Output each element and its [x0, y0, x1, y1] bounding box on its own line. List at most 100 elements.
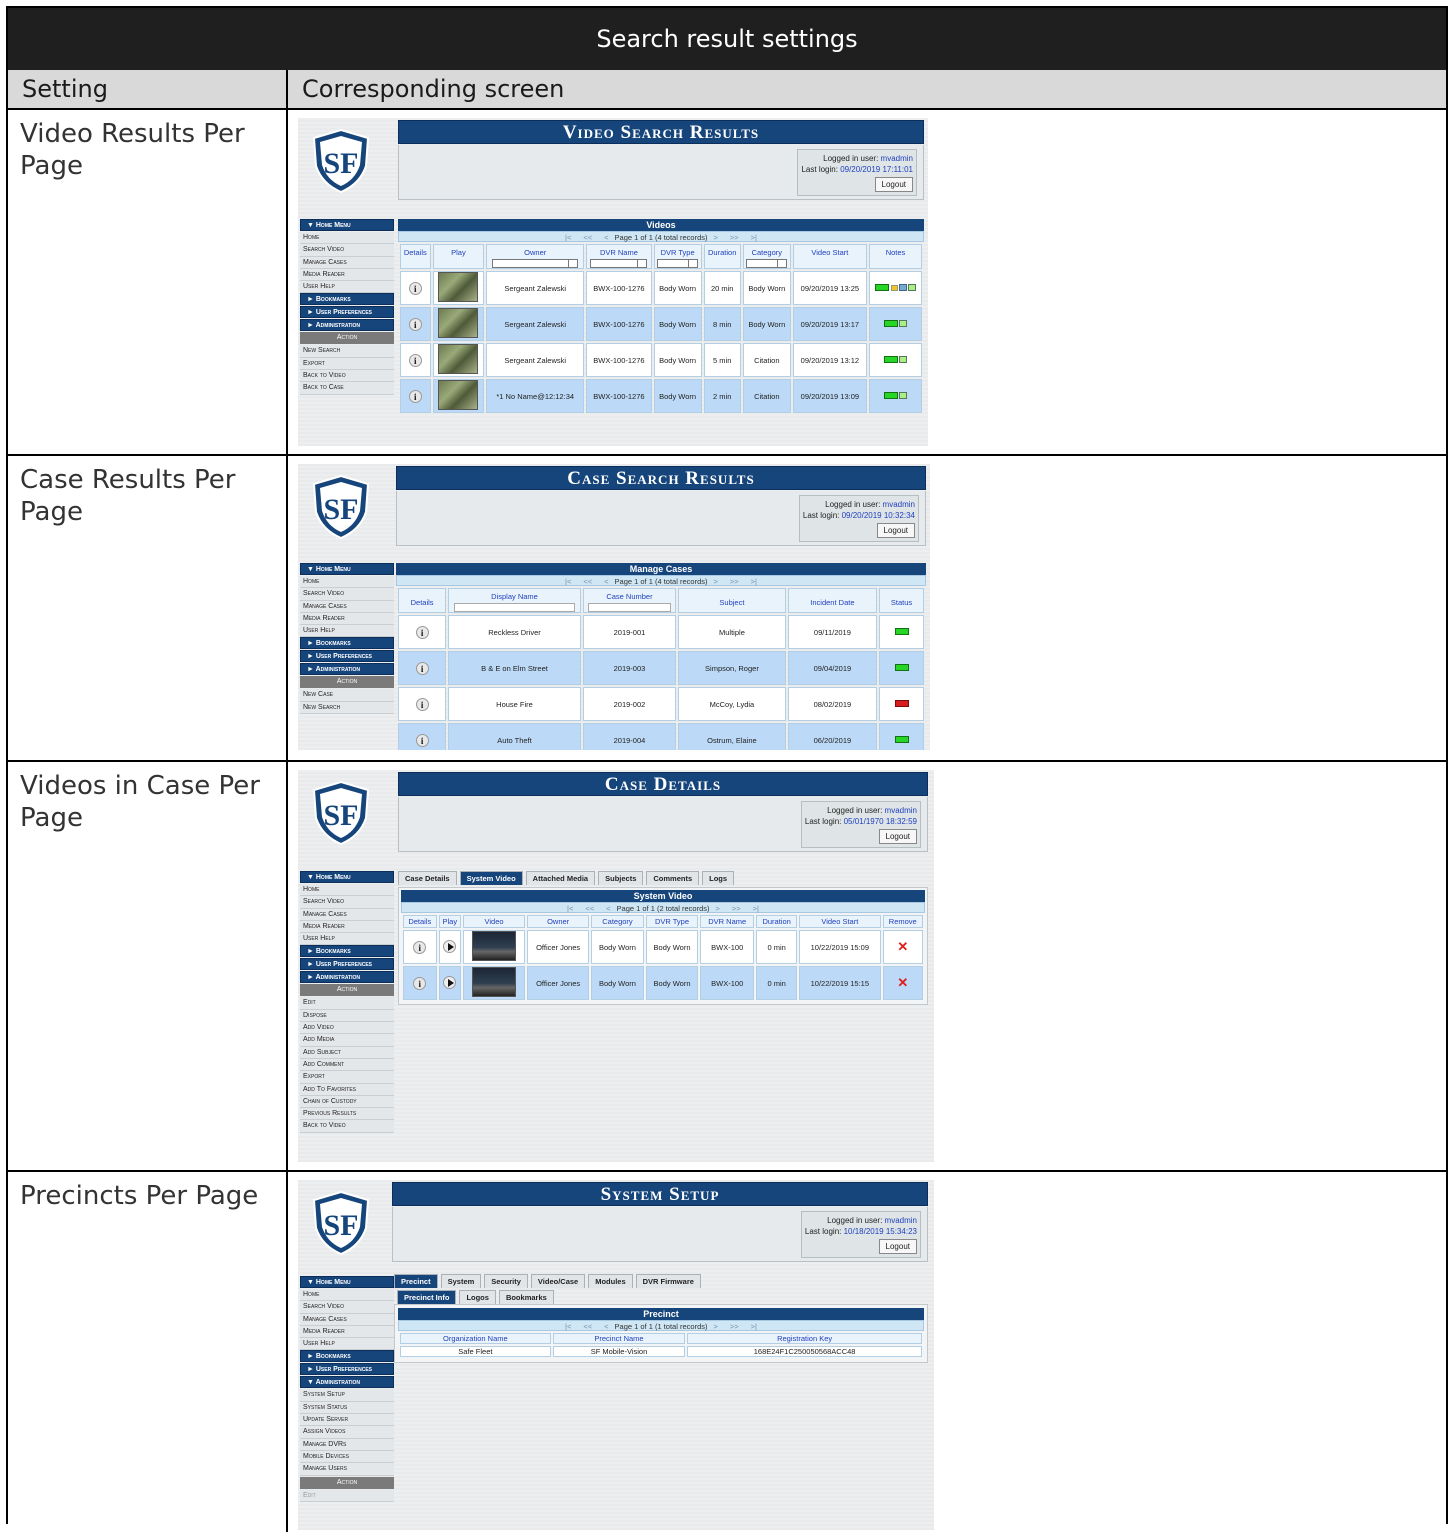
- next-next-button[interactable]: >>: [732, 904, 741, 913]
- bookmarks-header[interactable]: ► Bookmarks: [300, 945, 394, 958]
- menu-user-help[interactable]: User Help: [300, 625, 394, 638]
- tab-security[interactable]: Security: [484, 1274, 528, 1288]
- menu-search-video[interactable]: Search Video: [300, 1301, 394, 1314]
- info-icon[interactable]: i: [415, 697, 429, 711]
- col-category[interactable]: Category: [742, 244, 791, 269]
- logout-button[interactable]: Logout: [874, 177, 913, 192]
- info-icon[interactable]: i: [408, 389, 422, 403]
- menu-manage-cases[interactable]: Manage Cases: [300, 908, 394, 921]
- first-page-button[interactable]: |<: [565, 1322, 571, 1331]
- home-menu-header[interactable]: ▼ Home Menu: [300, 871, 394, 883]
- first-page-button[interactable]: |<: [565, 577, 571, 586]
- info-icon[interactable]: i: [413, 940, 427, 954]
- menu-home[interactable]: Home: [300, 232, 394, 245]
- subtab-precinct-info[interactable]: Precinct Info: [397, 1290, 457, 1304]
- prev-button[interactable]: <: [604, 1322, 608, 1331]
- col-organization-name[interactable]: Organization Name: [400, 1333, 551, 1344]
- col-incident-date[interactable]: Incident Date: [787, 588, 878, 613]
- prev-button[interactable]: <: [606, 904, 610, 913]
- menu-search-video[interactable]: Search Video: [300, 896, 394, 909]
- prev-button[interactable]: <: [604, 233, 608, 242]
- logout-button[interactable]: Logout: [878, 1239, 917, 1254]
- action-previous-results[interactable]: Previous Results: [300, 1108, 394, 1121]
- menu-search-video[interactable]: Search Video: [300, 244, 394, 257]
- info-icon[interactable]: i: [415, 733, 429, 747]
- menu-system-status[interactable]: System Status: [300, 1401, 394, 1415]
- tab-precinct[interactable]: Precinct: [394, 1274, 438, 1288]
- next-button[interactable]: >: [715, 904, 719, 913]
- menu-assign-videos[interactable]: Assign Videos: [300, 1426, 394, 1439]
- menu-user-help[interactable]: User Help: [300, 281, 394, 294]
- video-thumbnail[interactable]: [472, 967, 517, 997]
- administration-header[interactable]: ► Administration: [300, 663, 394, 676]
- next-button[interactable]: >: [713, 233, 717, 242]
- col-video[interactable]: Video: [463, 915, 526, 928]
- last-page-button[interactable]: >|: [753, 904, 759, 913]
- menu-user-help[interactable]: User Help: [300, 1338, 394, 1351]
- next-button[interactable]: >: [713, 1322, 717, 1331]
- next-next-button[interactable]: >>: [730, 577, 739, 586]
- info-icon[interactable]: i: [415, 661, 429, 675]
- video-thumbnail[interactable]: [438, 308, 479, 338]
- tab-system[interactable]: System: [440, 1274, 482, 1288]
- menu-media-reader[interactable]: Media Reader: [300, 612, 394, 626]
- action-new-search[interactable]: New Search: [300, 345, 394, 358]
- user-prefs-header[interactable]: ► User Preferences: [300, 306, 394, 319]
- action-new-search[interactable]: New Search: [300, 701, 394, 715]
- display-name-filter-input[interactable]: [454, 603, 575, 612]
- col-owner[interactable]: Owner: [527, 915, 590, 928]
- subtab-logos[interactable]: Logos: [459, 1290, 496, 1304]
- col-video-start[interactable]: Video Start: [792, 244, 867, 269]
- action-add-video[interactable]: Add Video: [300, 1022, 394, 1035]
- tab-dvr-firmware[interactable]: DVR Firmware: [635, 1274, 701, 1288]
- tab-modules[interactable]: Modules: [588, 1274, 633, 1288]
- logout-button[interactable]: Logout: [876, 523, 915, 538]
- action-add-subject[interactable]: Add Subject: [300, 1046, 394, 1059]
- col-subject[interactable]: Subject: [678, 588, 786, 613]
- menu-media-reader[interactable]: Media Reader: [300, 1325, 394, 1339]
- user-prefs-header[interactable]: ► User Preferences: [300, 958, 394, 971]
- next-next-button[interactable]: >>: [730, 1322, 739, 1331]
- col-registration-key[interactable]: Registration Key: [687, 1333, 922, 1344]
- play-icon[interactable]: [443, 975, 457, 989]
- administration-header[interactable]: ► Administration: [300, 971, 394, 984]
- tab-system-video[interactable]: System Video: [459, 871, 523, 885]
- menu-manage-dvrs[interactable]: Manage DVRs: [300, 1438, 394, 1451]
- col-display-name[interactable]: Display Name: [448, 588, 581, 613]
- bookmarks-header[interactable]: ► Bookmarks: [300, 1350, 394, 1363]
- menu-home[interactable]: Home: [300, 576, 394, 589]
- col-details[interactable]: Details: [398, 588, 447, 613]
- prev-button[interactable]: <: [604, 577, 608, 586]
- last-page-button[interactable]: >|: [751, 233, 757, 242]
- menu-manage-cases[interactable]: Manage Cases: [300, 1313, 394, 1326]
- tab-video-case[interactable]: Video/Case: [530, 1274, 586, 1288]
- prev-prev-button[interactable]: <<: [583, 577, 592, 586]
- next-button[interactable]: >: [713, 577, 717, 586]
- menu-home[interactable]: Home: [300, 884, 394, 897]
- bookmarks-header[interactable]: ► Bookmarks: [300, 637, 394, 650]
- menu-update-server[interactable]: Update Server: [300, 1414, 394, 1427]
- video-thumbnail[interactable]: [438, 344, 479, 374]
- col-dvr-name[interactable]: DVR Name: [700, 915, 755, 928]
- next-next-button[interactable]: >>: [730, 233, 739, 242]
- menu-mobile-devices[interactable]: Mobile Devices: [300, 1450, 394, 1464]
- info-icon[interactable]: i: [408, 281, 422, 295]
- action-back-to-case[interactable]: Back to Case: [300, 382, 394, 395]
- menu-home[interactable]: Home: [300, 1289, 394, 1302]
- video-thumbnail[interactable]: [472, 931, 517, 961]
- info-icon[interactable]: i: [415, 625, 429, 639]
- action-add-to-favorites[interactable]: Add To Favorites: [300, 1083, 394, 1096]
- col-video-start[interactable]: Video Start: [799, 915, 881, 928]
- tab-case-details[interactable]: Case Details: [398, 871, 457, 885]
- play-icon[interactable]: [443, 939, 457, 953]
- action-back-to-video[interactable]: Back to Video: [300, 370, 394, 383]
- tab-logs[interactable]: Logs: [702, 871, 735, 885]
- col-dvr-type[interactable]: DVR Type: [645, 915, 699, 928]
- remove-icon[interactable]: ✕: [897, 975, 908, 990]
- col-precinct-name[interactable]: Precinct Name: [552, 1333, 686, 1344]
- logout-button[interactable]: Logout: [878, 829, 917, 844]
- case-number-filter-input[interactable]: [587, 603, 672, 612]
- administration-header[interactable]: ► Administration: [300, 319, 394, 332]
- col-owner[interactable]: Owner: [486, 244, 585, 269]
- action-add-comment[interactable]: Add Comment: [300, 1058, 394, 1072]
